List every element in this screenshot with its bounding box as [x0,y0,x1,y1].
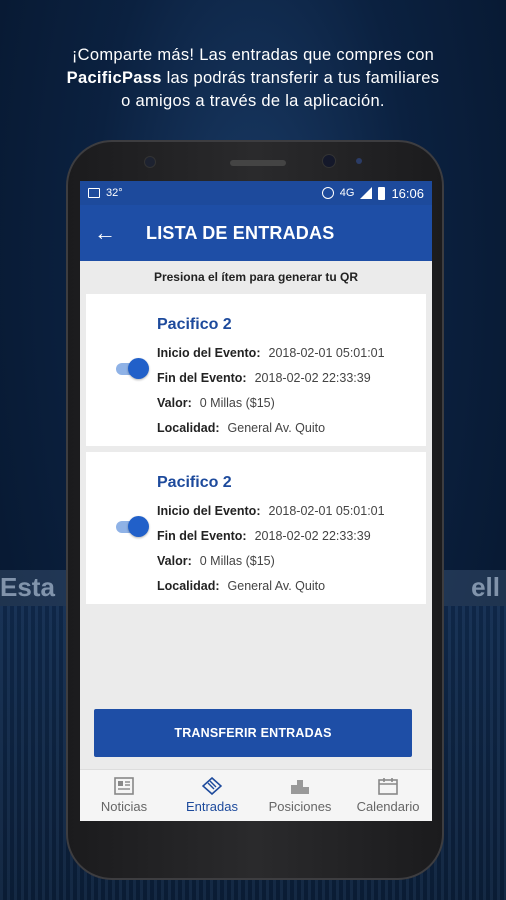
ticket-name: Pacifico 2 [157,474,232,491]
app-screen: 32° 4G 16:06 ← LISTA DE ENTRADAS Presion… [80,181,432,821]
led-icon [356,158,362,164]
network-type: 4G [339,187,355,199]
toggle-thumb [128,358,149,379]
app-bar: ← LISTA DE ENTRADAS [80,205,432,261]
signal-icon [360,187,373,199]
ticket-value: 0 Millas ($15) [199,554,275,568]
ticket-start-value: 2018-02-01 05:01:01 [268,504,385,518]
ticket-start-row: Inicio del Evento: 2018-02-01 05:01:01 [157,504,385,518]
calendar-icon [378,778,398,795]
ticket-end-value: 2018-02-02 22:33:39 [254,371,371,385]
speaker-grille [230,160,286,166]
status-time: 16:06 [391,185,424,201]
ticket-location-row: Localidad: General Av. Quito [157,579,325,593]
ticket-location-label: Localidad: [157,579,220,593]
front-camera-icon [322,154,336,168]
tab-posiciones[interactable]: Posiciones [256,770,344,821]
ticket-toggle[interactable] [116,516,149,537]
tickets-icon [202,777,222,795]
stadium-sign-right: ell [471,572,500,602]
status-temperature: 32° [106,187,123,199]
ticket-start-label: Inicio del Evento: [157,346,261,360]
ticket-name: Pacifico 2 [157,316,232,333]
tab-label: Posiciones [268,799,332,814]
brand-name: PacificPass [66,69,162,87]
ticket-end-label: Fin del Evento: [157,371,247,385]
promo-line-2-rest: las podrás transferir a tus familiares [161,69,440,87]
ticket-end-row: Fin del Evento: 2018-02-02 22:33:39 [157,371,371,385]
ticket-end-label: Fin del Evento: [157,529,247,543]
ticket-value: 0 Millas ($15) [199,396,275,410]
tab-noticias[interactable]: Noticias [80,770,168,821]
sensor-icon [144,156,156,168]
transfer-tickets-button[interactable]: TRANSFERIR ENTRADAS [94,709,412,757]
ticket-start-value: 2018-02-01 05:01:01 [268,346,385,360]
promo-line-2: PacificPass las podrás transferir a tus … [0,67,506,90]
image-notification-icon [88,188,100,198]
stadium-sign-left: Esta [0,572,55,602]
ticket-value-row: Valor: 0 Millas ($15) [157,396,275,410]
ticket-location-value: General Av. Quito [227,579,326,593]
tab-calendario[interactable]: Calendario [344,770,432,821]
tab-label: Entradas [185,799,239,814]
ticket-value-label: Valor: [157,396,192,410]
qr-hint: Presiona el ítem para generar tu QR [153,270,359,284]
ticket-location-label: Localidad: [157,421,220,435]
ticket-end-row: Fin del Evento: 2018-02-02 22:33:39 [157,529,371,543]
podium-icon [291,780,309,794]
ticket-end-value: 2018-02-02 22:33:39 [254,529,371,543]
page-title: LISTA DE ENTRADAS [146,222,335,243]
tab-entradas[interactable]: Entradas [168,770,256,821]
arrow-left-icon[interactable]: ← [80,220,130,246]
ticket-start-label: Inicio del Evento: [157,504,261,518]
toggle-thumb [128,516,149,537]
tab-label: Noticias [100,799,148,814]
ticket-start-row: Inicio del Evento: 2018-02-01 05:01:01 [157,346,385,360]
tab-label: Calendario [356,799,420,814]
ticket-value-label: Valor: [157,554,192,568]
status-bar: 32° 4G 16:06 [80,181,432,205]
alarm-icon [321,187,334,199]
bottom-nav: Noticias Entradas Posiciones Calendario [80,769,432,821]
ticket-value-row: Valor: 0 Millas ($15) [157,554,275,568]
promo-text: ¡Comparte más! Las entradas que compres … [0,44,506,113]
newspaper-icon [114,777,134,795]
promo-line-1: ¡Comparte más! Las entradas que compres … [71,46,435,64]
promo-line-3: o amigos a través de la aplicación. [121,92,385,110]
battery-icon [378,186,386,200]
ticket-toggle[interactable] [116,358,149,379]
ticket-location-value: General Av. Quito [227,421,326,435]
ticket-card[interactable]: Pacifico 2 Inicio del Evento: 2018-02-01 … [86,294,426,446]
ticket-card[interactable]: Pacifico 2 Inicio del Evento: 2018-02-01 … [86,452,426,604]
ticket-location-row: Localidad: General Av. Quito [157,421,325,435]
